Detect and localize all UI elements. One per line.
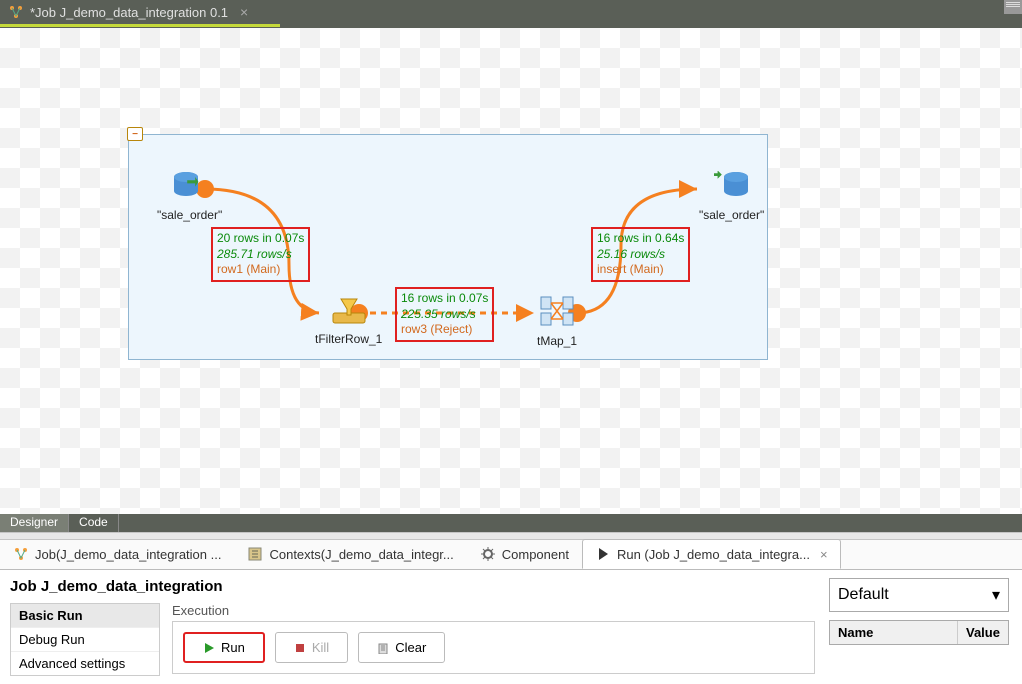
job-icon [13,546,29,562]
clear-button[interactable]: Clear [358,632,445,663]
section-debug-run[interactable]: Debug Run [11,628,159,652]
contexts-icon [247,546,263,562]
node-label: "sale_order" [157,208,222,222]
metric-row1: 20 rows in 0.07s 285.71 rows/s row1 (Mai… [211,227,310,282]
tab-contexts[interactable]: Contexts(J_demo_data_integr... [234,539,466,569]
gear-icon [480,546,496,562]
clear-icon [377,642,389,654]
db-output-icon [714,171,750,201]
node-tmap[interactable]: tMap_1 [537,295,577,348]
editor-tab-title: *Job J_demo_data_integration 0.1 [30,5,228,20]
col-value[interactable]: Value [958,621,1008,644]
tab-active-indicator [0,24,280,27]
node-label: tMap_1 [537,334,577,348]
play-icon [203,642,215,654]
play-icon [595,546,611,562]
node-label: "sale_order" [699,208,764,222]
tab-designer[interactable]: Designer [0,514,69,532]
run-button[interactable]: Run [183,632,265,663]
stop-icon [294,642,306,654]
tab-run[interactable]: Run (Job J_demo_data_integra... × [582,539,841,569]
collapse-icon[interactable]: − [127,127,143,141]
section-basic-run[interactable]: Basic Run [11,604,159,628]
chevron-down-icon: ▾ [992,585,1000,605]
restore-icon[interactable] [1004,0,1022,14]
close-icon[interactable]: × [820,547,828,562]
db-input-icon [172,171,208,201]
filter-icon [331,297,367,325]
job-icon [8,4,24,20]
node-filter[interactable]: tFilterRow_1 [315,297,382,346]
metric-insert: 16 rows in 0.64s 25.16 rows/s insert (Ma… [591,227,690,282]
subjob-container[interactable]: − " [128,134,768,360]
tab-code[interactable]: Code [69,514,119,532]
node-input-db[interactable]: "sale_order" [157,171,222,222]
execution-label: Execution [172,603,815,618]
tmap-icon [539,295,575,327]
run-job-title: Job J_demo_data_integration [10,578,815,595]
metric-row3: 16 rows in 0.07s 225.35 rows/s row3 (Rej… [395,287,494,342]
properties-table: Name Value [829,620,1009,645]
tab-job[interactable]: Job(J_demo_data_integration ... [0,539,234,569]
kill-button[interactable]: Kill [275,632,348,663]
design-canvas[interactable]: − " [0,28,1022,514]
context-select[interactable]: Default ▾ [829,578,1009,612]
close-icon[interactable]: × [240,4,248,20]
tab-component[interactable]: Component [467,539,582,569]
node-label: tFilterRow_1 [315,332,382,346]
node-output-db[interactable]: "sale_order" [699,171,764,222]
editor-tab[interactable]: *Job J_demo_data_integration 0.1 × [0,0,256,24]
section-advanced-settings[interactable]: Advanced settings [11,652,159,675]
col-name[interactable]: Name [830,621,958,644]
